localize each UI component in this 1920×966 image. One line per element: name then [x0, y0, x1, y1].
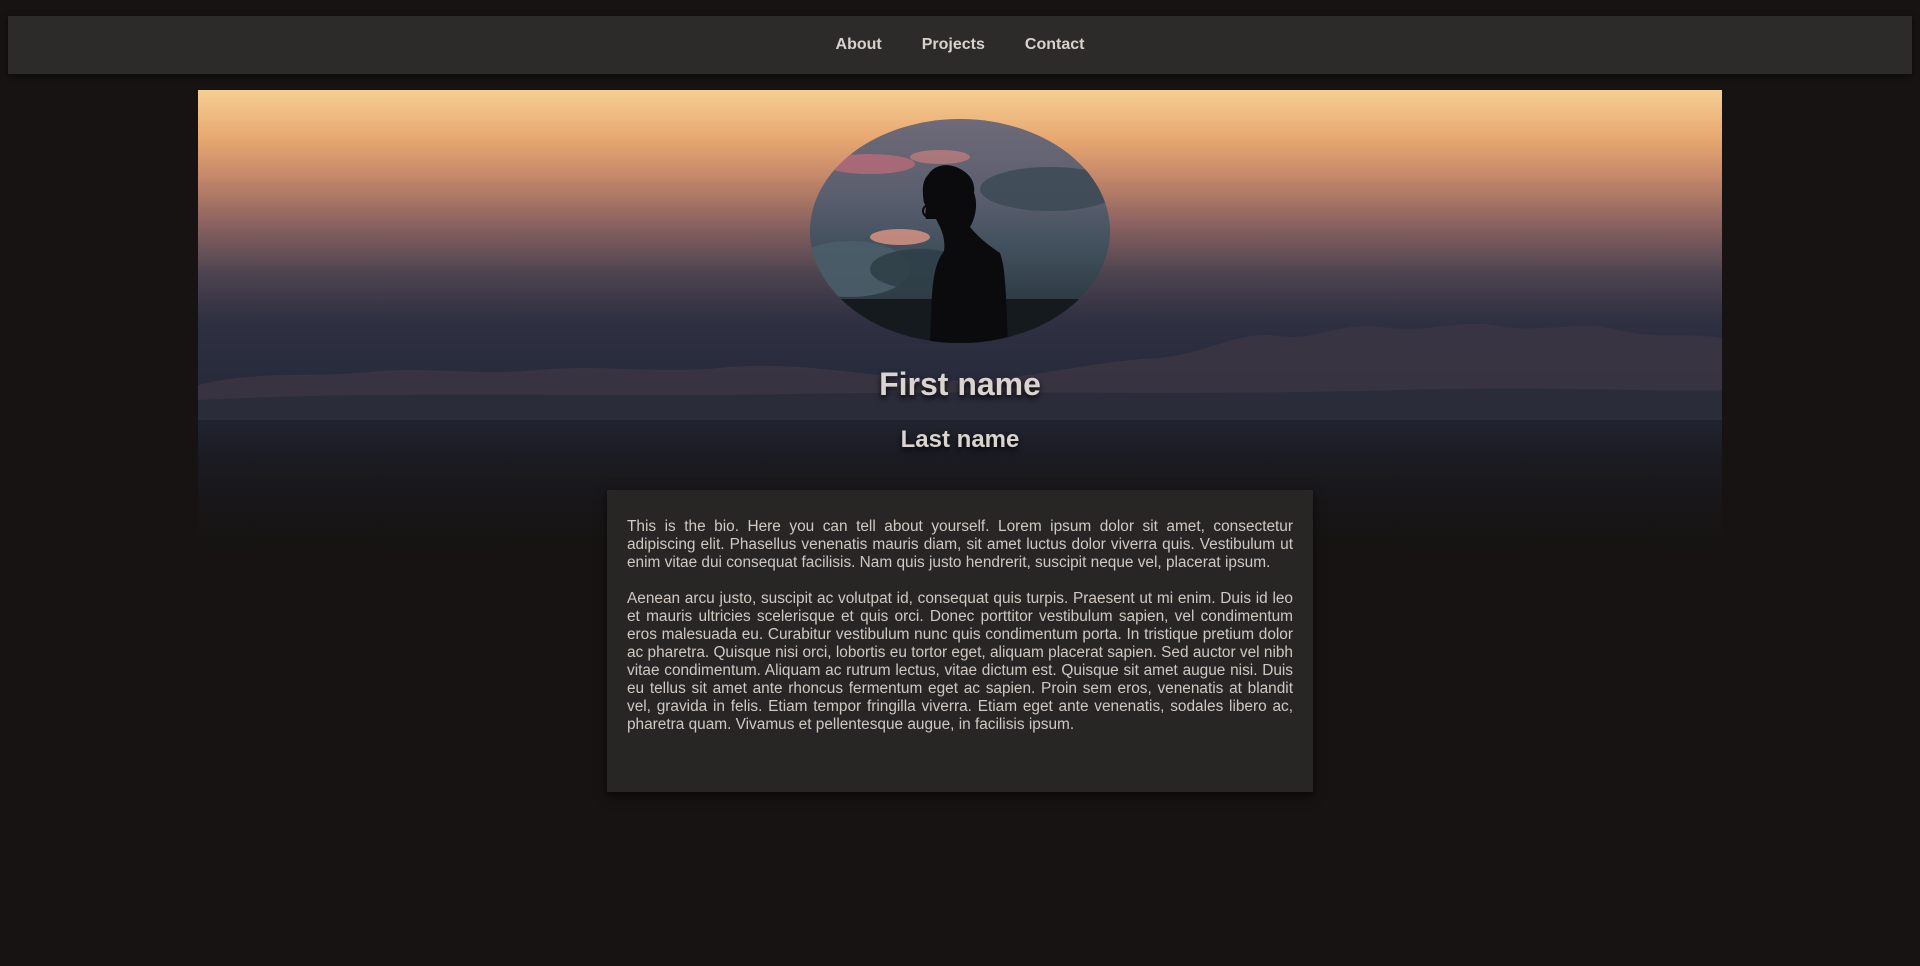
silhouette-portrait-icon	[810, 119, 1110, 343]
nav-link-projects[interactable]: Projects	[922, 32, 985, 58]
first-name-heading: First name	[879, 366, 1041, 402]
nav-link-about[interactable]: About	[836, 32, 882, 58]
bio-paragraph: Aenean arcu justo, suscipit ac volutpat …	[627, 590, 1293, 733]
nav-link-contact[interactable]: Contact	[1025, 32, 1085, 58]
bio-card: This is the bio. Here you can tell about…	[607, 490, 1313, 792]
last-name-heading: Last name	[900, 426, 1020, 453]
top-navbar: About Projects Contact	[8, 16, 1912, 74]
bio-paragraph: This is the bio. Here you can tell about…	[627, 518, 1293, 571]
